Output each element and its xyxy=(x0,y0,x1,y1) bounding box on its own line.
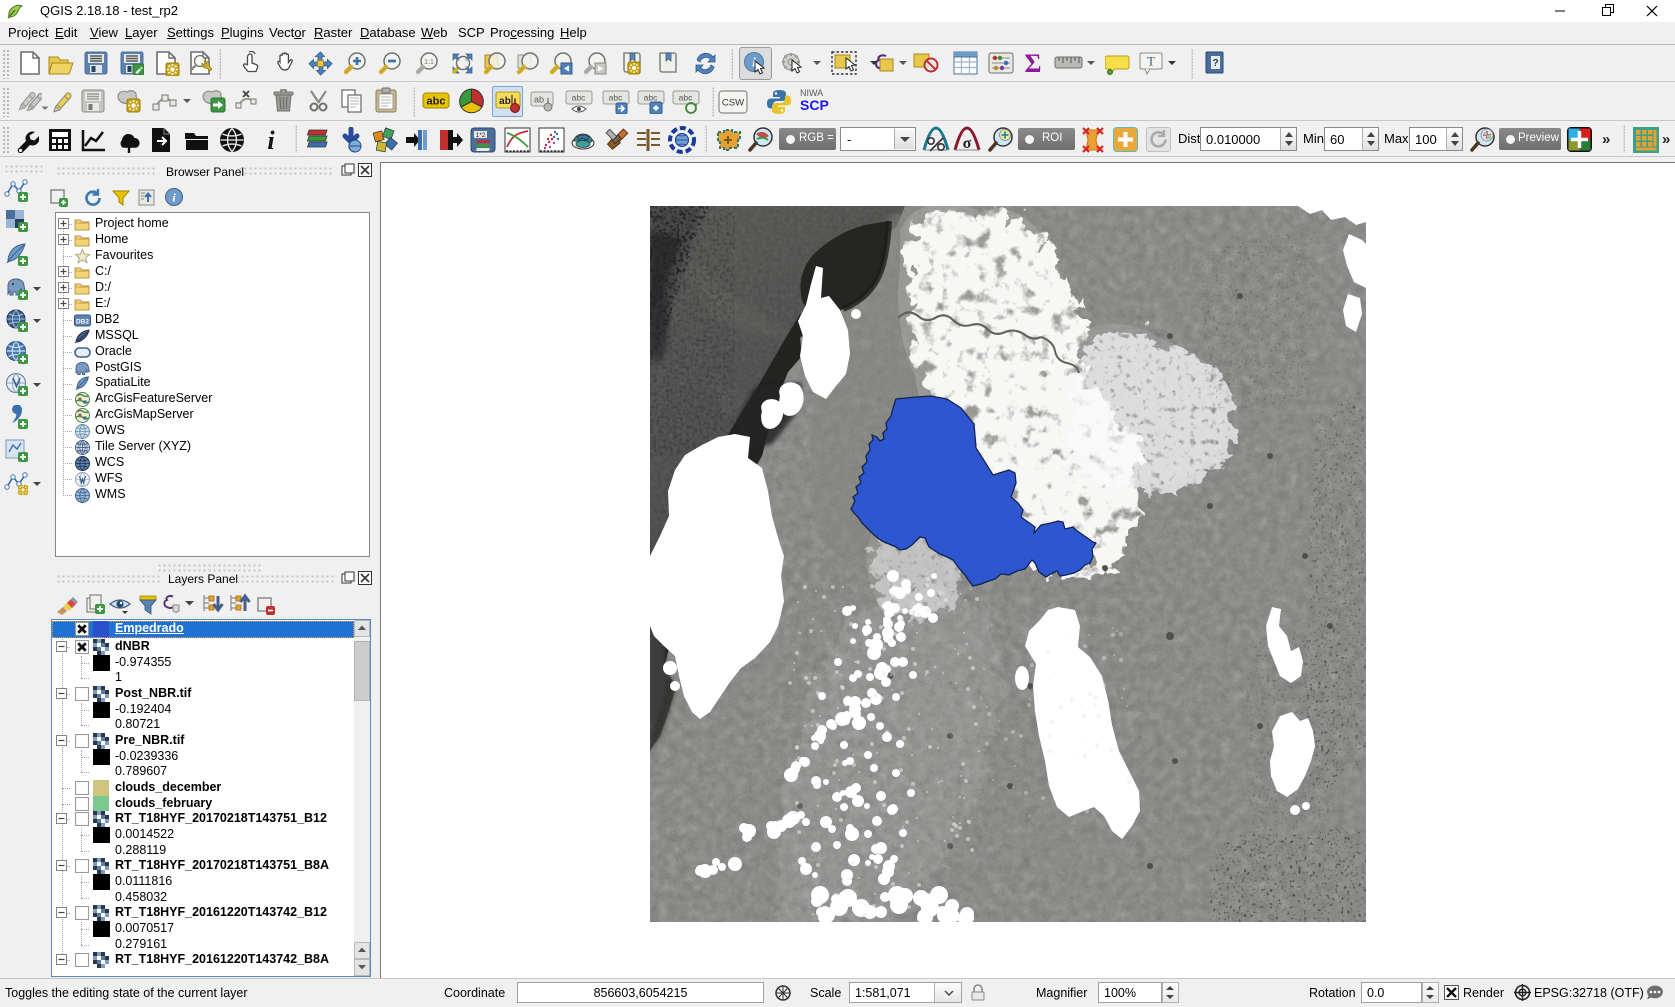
svg-text:abc: abc xyxy=(679,93,693,103)
svg-text:Σ: Σ xyxy=(1025,50,1042,76)
svg-text:1:1: 1:1 xyxy=(424,59,434,66)
svg-text:i: i xyxy=(267,127,275,153)
svg-text:abc: abc xyxy=(644,93,658,103)
svg-text:?: ? xyxy=(1212,58,1218,69)
svg-text:ab: ab xyxy=(534,95,544,105)
svg-text:CSW: CSW xyxy=(722,98,744,109)
svg-text:abc: abc xyxy=(572,93,586,103)
svg-text:T: T xyxy=(1147,54,1155,69)
svg-text:ab: ab xyxy=(499,96,511,107)
svg-text:abc: abc xyxy=(427,96,446,108)
svg-text:abc: abc xyxy=(609,93,623,103)
svg-text:σ: σ xyxy=(963,135,972,152)
svg-text:1*2: 1*2 xyxy=(476,132,486,139)
svg-text:DB2: DB2 xyxy=(76,319,89,326)
